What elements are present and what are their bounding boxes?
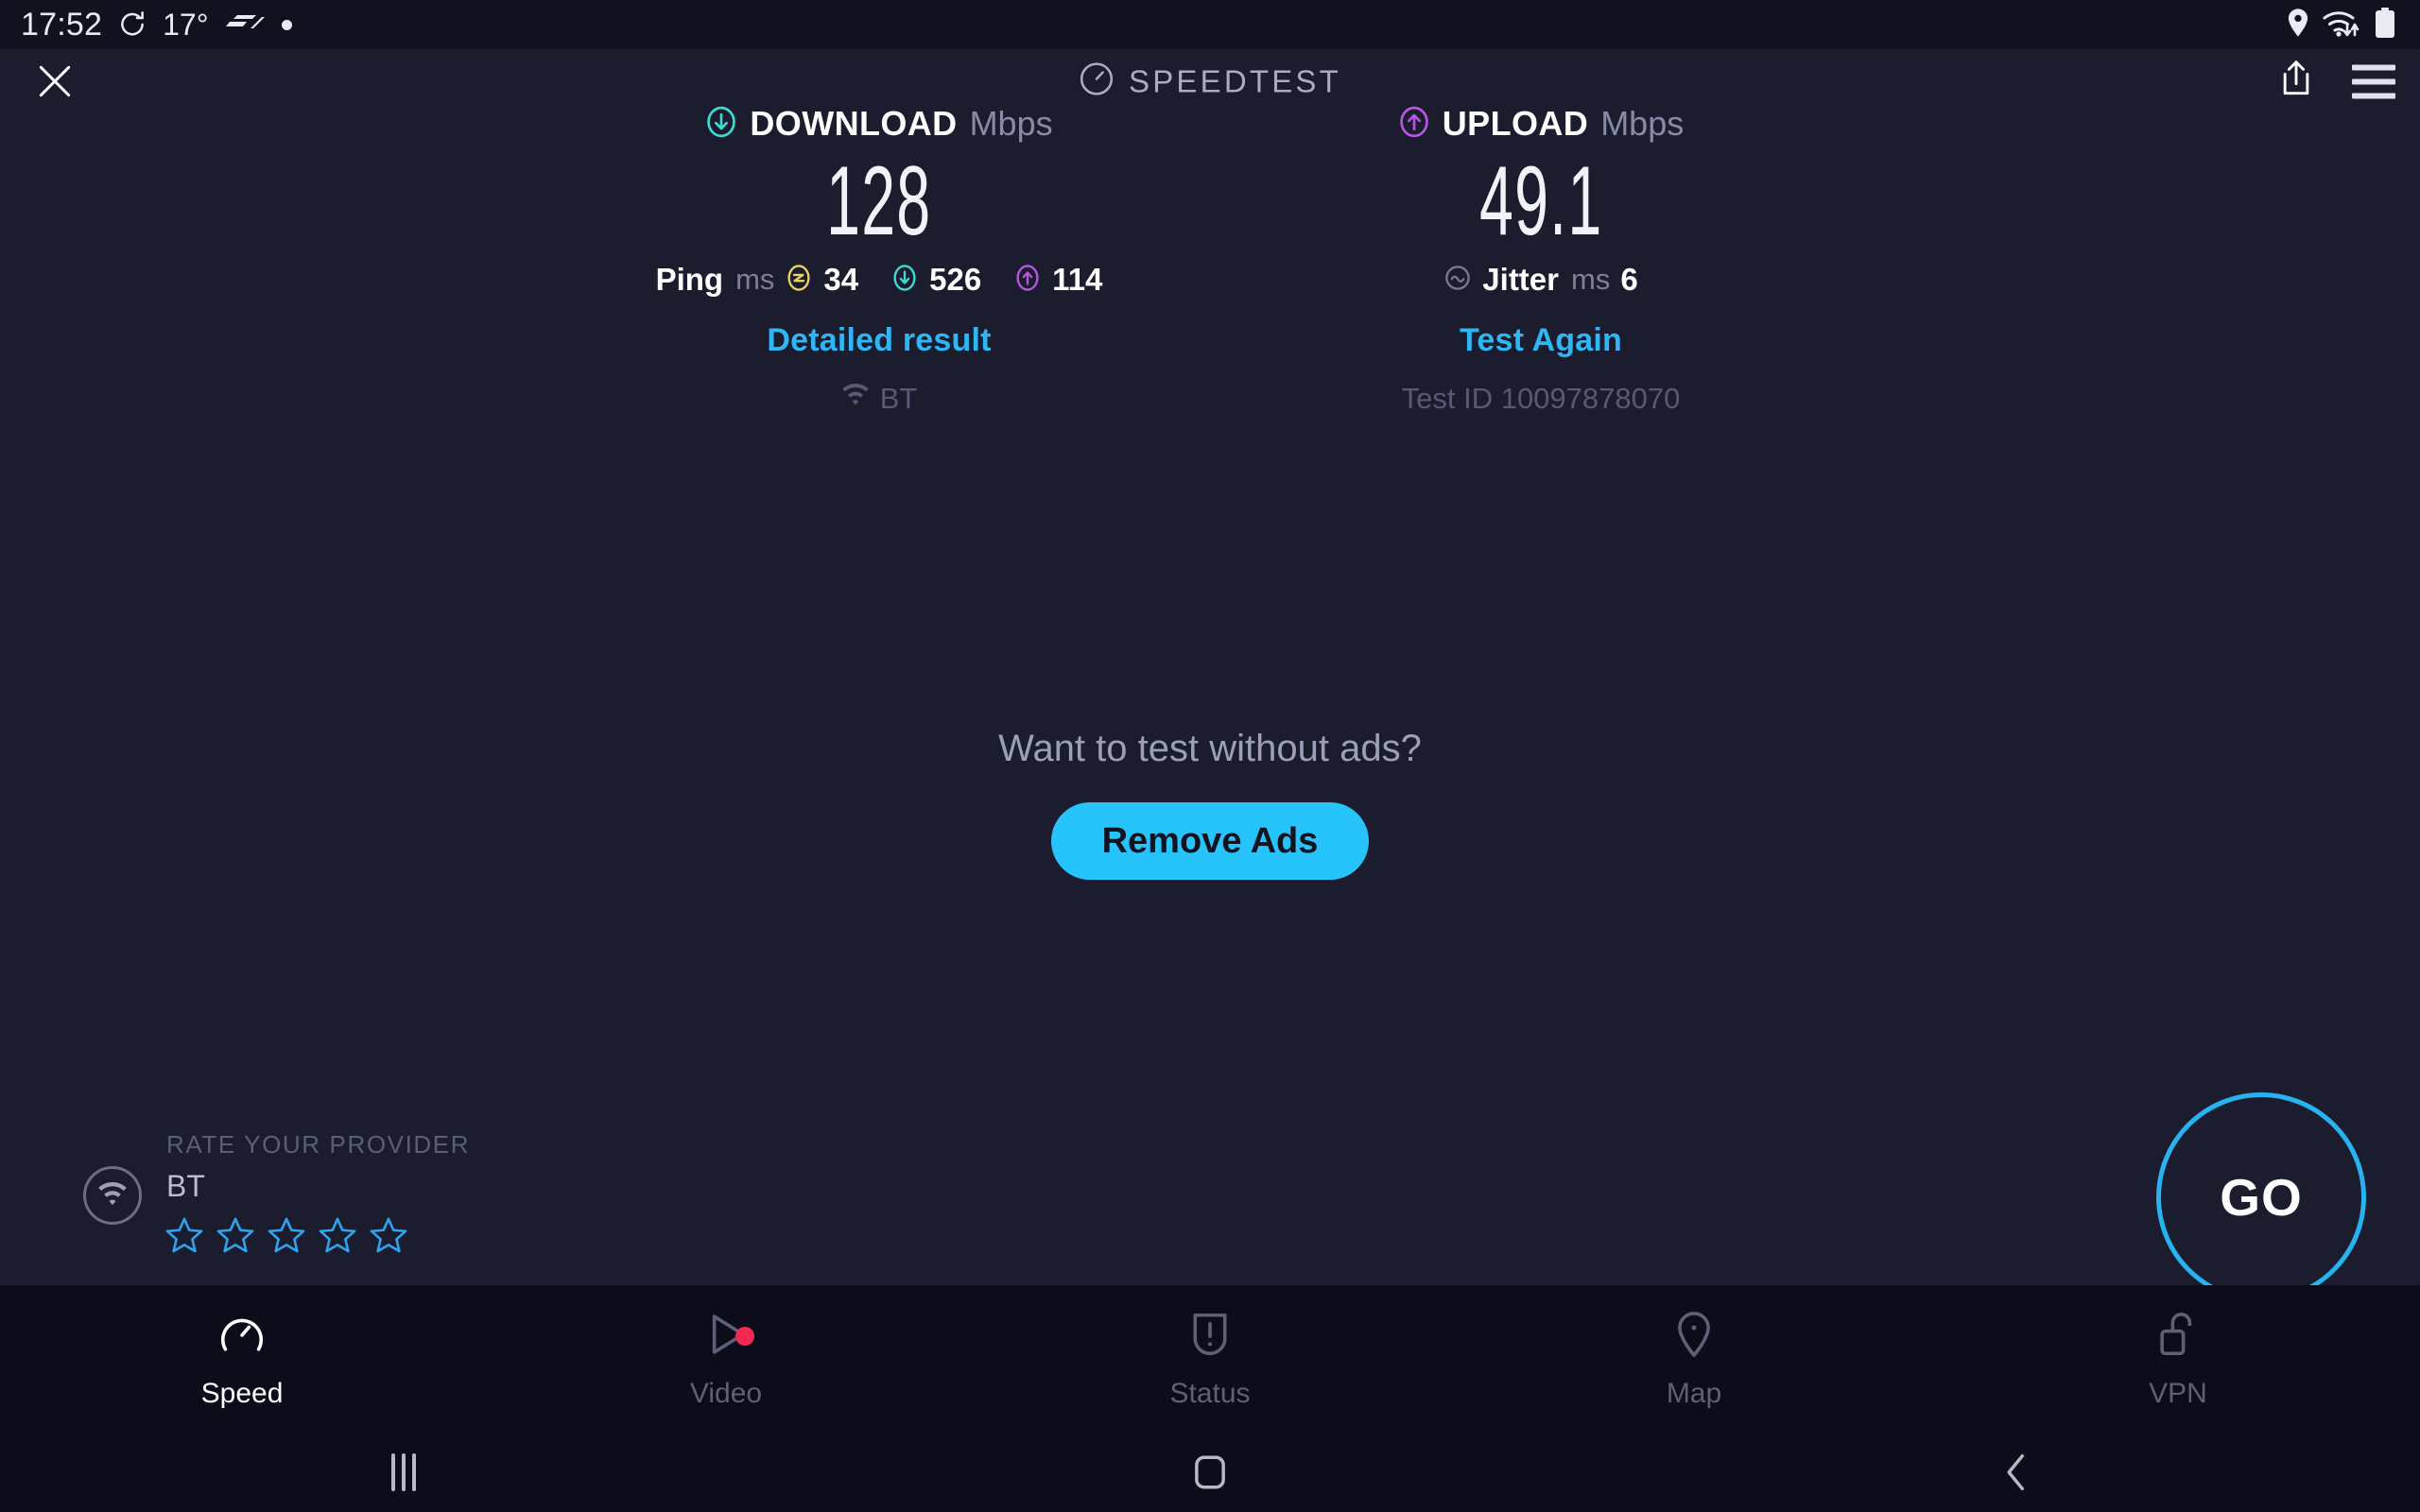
wifi-circle-icon xyxy=(83,1166,142,1225)
download-value: 128 xyxy=(826,146,932,256)
dot-indicator-icon xyxy=(282,19,293,30)
download-latency-icon xyxy=(890,264,919,297)
upload-label-row: UPLOAD Mbps xyxy=(1398,104,1684,144)
wifi-transfer-icon xyxy=(2322,9,2361,42)
tab-video-label: Video xyxy=(689,1377,763,1409)
tab-status-label: Status xyxy=(1169,1377,1251,1409)
jitter-group: Jitter ms 6 xyxy=(1443,262,1638,298)
jitter-row: Jitter ms 6 xyxy=(1443,262,1638,298)
ping-download-value: 526 xyxy=(929,262,982,298)
rate-provider-title: RATE YOUR PROVIDER xyxy=(166,1130,471,1159)
connection-info: BT xyxy=(841,382,918,416)
tab-vpn[interactable]: VPN xyxy=(1936,1285,2420,1433)
hamburger-menu-icon[interactable] xyxy=(2352,59,2395,104)
speedometer-icon xyxy=(216,1309,268,1365)
tab-speed[interactable]: Speed xyxy=(0,1285,484,1433)
test-again-col: Test Again Test ID 10097878070 xyxy=(1210,322,1872,416)
location-icon xyxy=(2288,8,2308,42)
ping-download-group: 526 xyxy=(890,262,981,298)
alert-drop-icon xyxy=(1184,1309,1236,1365)
detailed-result-link[interactable]: Detailed result xyxy=(767,322,991,359)
tab-map[interactable]: Map xyxy=(1452,1285,1936,1433)
upload-label: UPLOAD xyxy=(1442,104,1589,143)
download-unit: Mbps xyxy=(969,104,1053,143)
upload-arrow-icon xyxy=(1398,106,1430,143)
share-icon[interactable] xyxy=(2276,59,2316,105)
jitter-wave-icon xyxy=(1443,264,1472,297)
remove-ads-button[interactable]: Remove Ads xyxy=(1050,802,1370,880)
ping-unit: ms xyxy=(735,263,775,297)
header-actions xyxy=(2276,59,2395,105)
latency-grid: Ping ms 34 526 114 Jitter ms 6 xyxy=(548,256,1872,298)
download-label-row: DOWNLOAD Mbps xyxy=(705,104,1053,144)
rate-provider-body: RATE YOUR PROVIDER BT xyxy=(164,1130,471,1260)
download-label: DOWNLOAD xyxy=(750,104,958,143)
go-button[interactable]: GO xyxy=(2156,1092,2366,1302)
results-panel: DOWNLOAD Mbps 128 UPLOAD Mbps 49.1 Ping … xyxy=(0,104,2420,416)
ping-idle-value: 34 xyxy=(823,262,859,298)
ping-row: Ping ms 34 526 114 xyxy=(656,262,1103,298)
go-button-label: GO xyxy=(2220,1168,2303,1227)
status-bar-right xyxy=(2288,7,2399,43)
status-temperature: 17° xyxy=(163,7,209,42)
rate-provider-name: BT xyxy=(166,1169,205,1203)
idle-latency-icon xyxy=(785,264,813,297)
ping-idle-group: Ping ms 34 xyxy=(656,262,859,298)
star-icon[interactable] xyxy=(318,1215,357,1260)
upload-latency-icon xyxy=(1013,264,1042,297)
tab-map-label: Map xyxy=(1666,1377,1722,1409)
tab-video[interactable]: Video xyxy=(484,1285,968,1433)
detailed-result-col: Detailed result BT xyxy=(548,322,1210,416)
promo-question: Want to test without ads? xyxy=(998,728,1422,769)
android-status-bar: 17:52 17° xyxy=(0,0,2420,49)
rating-stars[interactable] xyxy=(164,1215,470,1260)
close-button[interactable] xyxy=(28,55,81,108)
tab-status[interactable]: Status xyxy=(968,1285,1452,1433)
tab-speed-label: Speed xyxy=(200,1377,284,1409)
ping-label: Ping xyxy=(655,262,724,298)
upload-result: UPLOAD Mbps 49.1 xyxy=(1210,104,1872,254)
status-clock: 17:52 xyxy=(21,6,103,43)
star-icon[interactable] xyxy=(164,1215,204,1260)
remove-ads-promo: Want to test without ads? Remove Ads xyxy=(0,728,2420,880)
rate-provider-section: RATE YOUR PROVIDER BT xyxy=(83,1130,470,1260)
star-icon[interactable] xyxy=(267,1215,306,1260)
connection-name: BT xyxy=(879,382,918,416)
jitter-label: Jitter xyxy=(1482,262,1559,298)
speedtest-app: 17:52 17° SPEEDTEST DOWNLOAD Mbps 128 UP… xyxy=(0,0,2420,1512)
f1-logo-icon xyxy=(224,12,266,38)
speedometer-icon xyxy=(1079,61,1115,102)
jitter-unit: ms xyxy=(1571,263,1611,297)
back-icon[interactable] xyxy=(1614,1452,2420,1493)
upload-value: 49.1 xyxy=(1478,146,1603,256)
map-pin-icon xyxy=(1668,1309,1720,1365)
download-arrow-icon xyxy=(705,106,737,143)
star-icon[interactable] xyxy=(369,1215,408,1260)
brand-logo: SPEEDTEST xyxy=(1079,61,1341,102)
refresh-icon xyxy=(118,9,147,42)
test-again-link[interactable]: Test Again xyxy=(1460,322,1622,359)
ping-result: Ping ms 34 526 114 xyxy=(548,256,1210,298)
ping-upload-value: 114 xyxy=(1052,262,1103,298)
upload-unit: Mbps xyxy=(1600,104,1685,143)
jitter-value: 6 xyxy=(1620,262,1638,298)
bottom-tab-bar: Speed Video Status Map VPN xyxy=(0,1285,2420,1433)
android-nav-bar xyxy=(0,1433,2420,1512)
star-icon[interactable] xyxy=(216,1215,255,1260)
tab-vpn-label: VPN xyxy=(2149,1377,2207,1409)
video-badge xyxy=(735,1327,754,1346)
brand-title: SPEEDTEST xyxy=(1128,63,1342,98)
home-icon[interactable] xyxy=(806,1452,1613,1493)
download-result: DOWNLOAD Mbps 128 xyxy=(548,104,1210,254)
jitter-result: Jitter ms 6 xyxy=(1210,256,1872,298)
battery-icon xyxy=(2375,7,2395,43)
unlocked-padlock-icon xyxy=(2152,1309,2204,1365)
ping-upload-group: 114 xyxy=(1013,262,1102,298)
wifi-icon xyxy=(841,382,870,416)
status-bar-left: 17:52 17° xyxy=(21,6,293,43)
result-links-row: Detailed result BT Test Again Test ID 10… xyxy=(548,322,1872,416)
results-grid: DOWNLOAD Mbps 128 UPLOAD Mbps 49.1 xyxy=(548,104,1872,254)
recents-icon[interactable] xyxy=(0,1453,806,1491)
test-id: Test ID 10097878070 xyxy=(1401,382,1681,416)
